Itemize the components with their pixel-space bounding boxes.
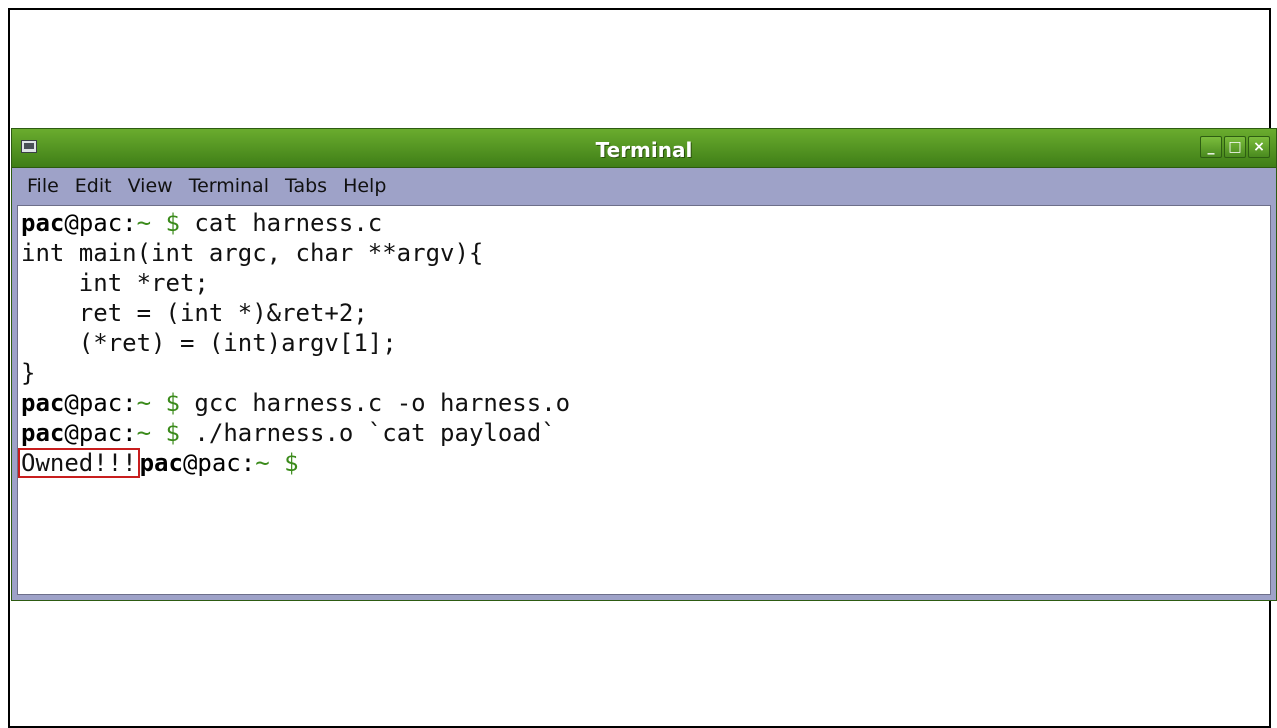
prompt-host: pac: [78, 389, 137, 417]
title-bar[interactable]: Terminal _ □ × [12, 129, 1276, 168]
code-line: ret = (int *)&ret+2; [21, 299, 368, 327]
prompt-user: pac [21, 389, 65, 417]
prompt-tilde: ~ [136, 419, 152, 447]
terminal-output[interactable]: pac@pac:~ $ cat harness.c int main(int ar… [17, 205, 1271, 595]
menu-file[interactable]: File [19, 175, 67, 197]
terminal-line: pac@pac:~ $ cat harness.c [21, 208, 1267, 238]
terminal-line: pac@pac:~ $ ./harness.o `cat payload` [21, 418, 1267, 448]
window-controls: _ □ × [1200, 136, 1270, 158]
window-title: Terminal [595, 138, 693, 162]
prompt-at: @ [64, 419, 79, 447]
command-text: gcc harness.c -o harness.o [179, 389, 571, 417]
prompt-at: @ [182, 449, 198, 477]
maximize-icon[interactable]: □ [1224, 136, 1246, 158]
prompt-user: pac [21, 419, 65, 447]
menu-help[interactable]: Help [335, 175, 394, 197]
close-icon[interactable]: × [1248, 136, 1270, 158]
prompt-dollar: $ [165, 209, 180, 237]
prompt-dollar: $ [284, 449, 299, 477]
terminal-window: Terminal _ □ × File Edit View Terminal T… [11, 128, 1277, 601]
prompt-user: pac [139, 449, 183, 477]
menu-view[interactable]: View [120, 175, 181, 197]
command-text: cat harness.c [179, 209, 383, 237]
prompt-tilde: ~ [136, 389, 152, 417]
prompt-dollar: $ [165, 419, 180, 447]
terminal-line: pac@pac:~ $ gcc harness.c -o harness.o [21, 388, 1267, 418]
owned-output-highlight: Owned!!! [18, 448, 140, 478]
prompt-dollar: $ [165, 389, 180, 417]
code-line: int main(int argc, char **argv){ [21, 239, 484, 267]
prompt-tilde: ~ [136, 209, 152, 237]
code-line: } [21, 359, 36, 387]
prompt-user: pac [21, 209, 65, 237]
menu-terminal[interactable]: Terminal [181, 175, 277, 197]
minimize-icon[interactable]: _ [1200, 136, 1222, 158]
menu-bar: File Edit View Terminal Tabs Help [12, 168, 1276, 204]
terminal-line: Owned!!! pac@pac:~ $ [18, 448, 1267, 478]
prompt-at: @ [64, 389, 79, 417]
prompt-tilde: ~ [255, 449, 270, 477]
code-line: (*ret) = (int)argv[1]; [21, 329, 397, 357]
prompt-host: pac: [197, 449, 256, 477]
prompt-at: @ [64, 209, 79, 237]
code-line: int *ret; [21, 269, 209, 297]
menu-tabs[interactable]: Tabs [277, 175, 335, 197]
menu-edit[interactable]: Edit [67, 175, 120, 197]
prompt-host: pac: [78, 209, 137, 237]
command-text: ./harness.o `cat payload` [179, 419, 556, 447]
prompt-host: pac: [78, 419, 137, 447]
